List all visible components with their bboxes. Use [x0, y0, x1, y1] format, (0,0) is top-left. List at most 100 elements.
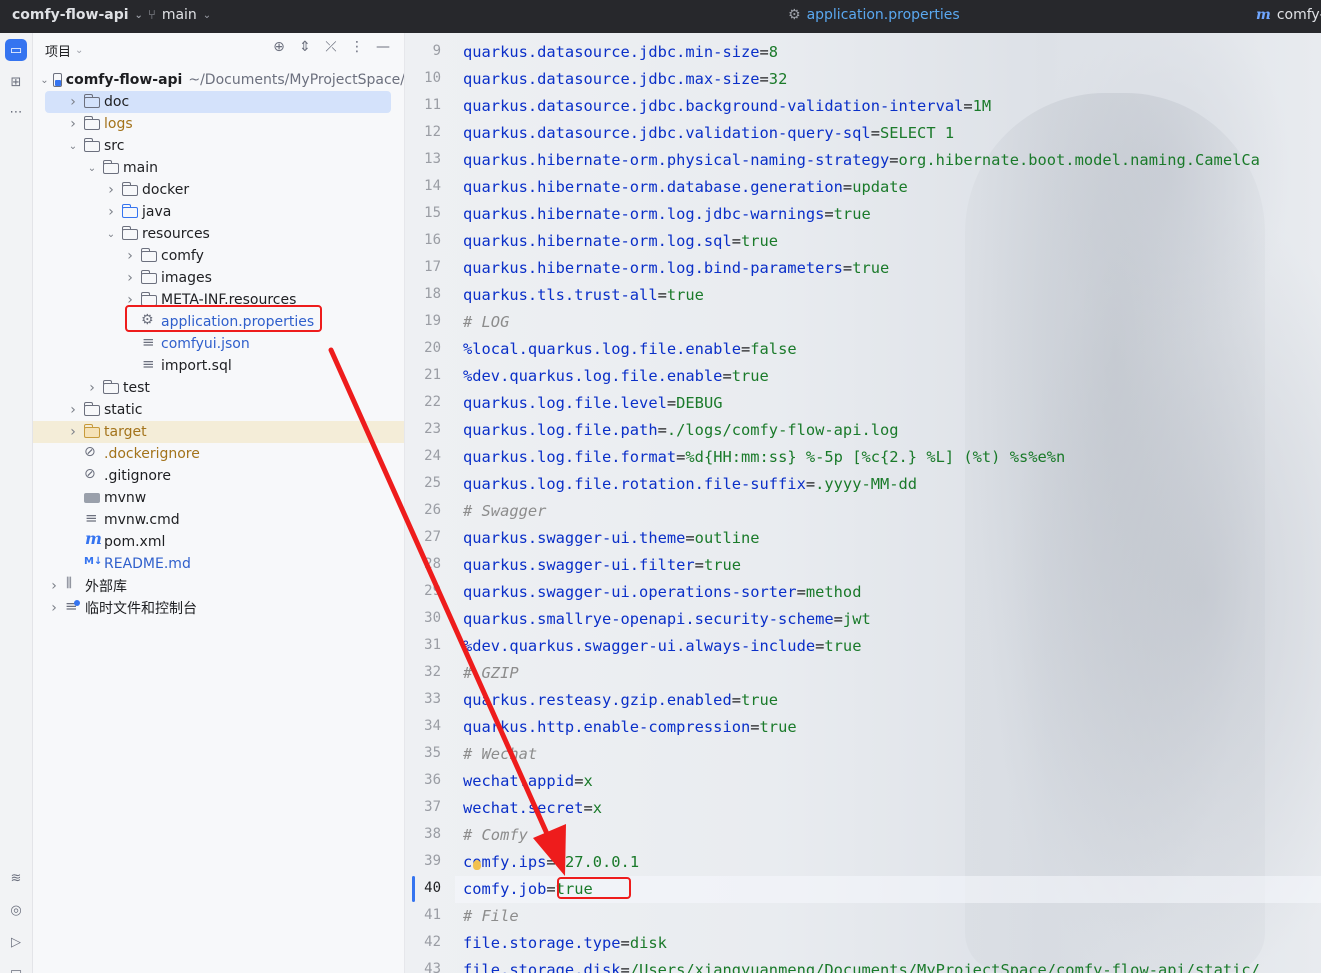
- tree-item[interactable]: import.sql: [33, 355, 404, 377]
- chevron-right-icon[interactable]: ›: [47, 578, 61, 594]
- chevron-down-icon[interactable]: ⌄: [85, 163, 99, 174]
- code-line[interactable]: # Swagger: [463, 498, 546, 525]
- code-line[interactable]: wechat.secret=x: [463, 795, 602, 822]
- tree-item[interactable]: › images: [33, 267, 404, 289]
- tree-item[interactable]: › test: [33, 377, 404, 399]
- tree-item[interactable]: ⌄ src: [33, 135, 404, 157]
- scratch-icon: [65, 597, 81, 615]
- code-line[interactable]: %dev.quarkus.log.file.enable=true: [463, 363, 769, 390]
- more-icon[interactable]: ⋮: [349, 39, 365, 55]
- more-tools-button[interactable]: ⋯: [5, 101, 27, 123]
- chevron-right-icon[interactable]: ›: [104, 182, 118, 198]
- chevron-down-icon[interactable]: ⌄: [104, 229, 118, 240]
- branch-switcher[interactable]: ⑂ main ⌄: [148, 7, 211, 23]
- code-line[interactable]: quarkus.datasource.jdbc.min-size=8: [463, 39, 778, 66]
- locate-icon[interactable]: ⊕: [271, 39, 287, 55]
- code-line[interactable]: quarkus.hibernate-orm.log.bind-parameter…: [463, 255, 889, 282]
- panel-actions: ⊕ ⇕ ⤫ ⋮ —: [271, 39, 391, 55]
- tree-item[interactable]: mvnw.cmd: [33, 509, 404, 531]
- chevron-right-icon[interactable]: ›: [104, 204, 118, 220]
- tree-item[interactable]: .gitignore: [33, 465, 404, 487]
- chevron-down-icon[interactable]: ⌄: [66, 141, 80, 152]
- code-line[interactable]: quarkus.http.enable-compression=true: [463, 714, 797, 741]
- code-comment: # LOG: [463, 313, 510, 331]
- chevron-right-icon[interactable]: ›: [123, 248, 137, 264]
- chevron-right-icon[interactable]: ›: [47, 600, 61, 616]
- lightbulb-icon[interactable]: [473, 860, 481, 870]
- tree-item[interactable]: › logs: [33, 113, 404, 135]
- code-line[interactable]: quarkus.datasource.jdbc.background-valid…: [463, 93, 991, 120]
- code-line[interactable]: quarkus.hibernate-orm.database.generatio…: [463, 174, 908, 201]
- tree-item[interactable]: › comfy: [33, 245, 404, 267]
- tree-item[interactable]: › static: [33, 399, 404, 421]
- code-line[interactable]: quarkus.log.file.rotation.file-suffix=.y…: [463, 471, 917, 498]
- run-tool-button[interactable]: ▷: [5, 931, 27, 953]
- chevron-down-icon[interactable]: ⌄: [40, 75, 48, 86]
- text-file-icon: [84, 509, 100, 527]
- code-line[interactable]: quarkus.hibernate-orm.log.jdbc-warnings=…: [463, 201, 871, 228]
- code-line[interactable]: comfy.ips=127.0.0.1: [463, 849, 639, 876]
- code-line[interactable]: file.storage.type=disk: [463, 930, 667, 957]
- code-line[interactable]: quarkus.hibernate-orm.physical-naming-st…: [463, 147, 1260, 174]
- code-line[interactable]: quarkus.datasource.jdbc.max-size=32: [463, 66, 787, 93]
- code-line[interactable]: quarkus.swagger-ui.operations-sorter=met…: [463, 579, 861, 606]
- tree-item[interactable]: ⌄ main: [33, 157, 404, 179]
- project-switcher[interactable]: comfy-flow-api ⌄: [12, 7, 143, 23]
- editor[interactable]: 9 10 11 12 13 14 15 16 17 18 19 20 21 22 23 24 25 26 27 28 2…: [405, 33, 1321, 973]
- chevron-right-icon[interactable]: ›: [123, 270, 137, 286]
- folder-icon: [83, 401, 100, 416]
- panel-title-label: 项目: [45, 45, 72, 60]
- tree-item[interactable]: mvnw: [33, 487, 404, 509]
- tree-item[interactable]: › docker: [33, 179, 404, 201]
- property-value: true: [824, 637, 862, 655]
- tree-item[interactable]: › target: [33, 421, 404, 443]
- code-line[interactable]: quarkus.log.file.level=DEBUG: [463, 390, 722, 417]
- chevron-right-icon[interactable]: ›: [66, 94, 80, 110]
- panel-title[interactable]: 项目 ⌄: [45, 41, 83, 60]
- chevron-right-icon[interactable]: ›: [66, 116, 80, 132]
- layers-tool-button[interactable]: ≋: [5, 867, 27, 889]
- code-line[interactable]: quarkus.datasource.jdbc.validation-query…: [463, 120, 954, 147]
- chevron-right-icon[interactable]: ›: [85, 380, 99, 396]
- structure-tool-button[interactable]: ⊞: [5, 71, 27, 93]
- tree-item[interactable]: › 外部库: [33, 575, 404, 597]
- code-line[interactable]: quarkus.log.file.format=%d{HH:mm:ss} %-5…: [463, 444, 1065, 471]
- code-line[interactable]: quarkus.smallrye-openapi.security-scheme…: [463, 606, 871, 633]
- services-tool-button[interactable]: ◎: [5, 899, 27, 921]
- tree-item[interactable]: comfyui.json: [33, 333, 404, 355]
- tree-item[interactable]: README.md: [33, 553, 404, 575]
- property-key: quarkus.hibernate-orm.log.bind-parameter…: [463, 259, 843, 277]
- code-line[interactable]: # Wechat: [463, 741, 537, 768]
- code-line[interactable]: quarkus.resteasy.gzip.enabled=true: [463, 687, 778, 714]
- code-line[interactable]: quarkus.hibernate-orm.log.sql=true: [463, 228, 778, 255]
- code-line[interactable]: %dev.quarkus.swagger-ui.always-include=t…: [463, 633, 861, 660]
- code-line[interactable]: # Comfy: [463, 822, 528, 849]
- folder-icon: [121, 181, 138, 196]
- code-line[interactable]: file.storage.disk=/Users/xiangyuanmeng/D…: [463, 957, 1260, 973]
- property-key: quarkus.smallrye-openapi.security-scheme: [463, 610, 834, 628]
- tree-item[interactable]: › java: [33, 201, 404, 223]
- expand-icon[interactable]: ⇕: [297, 39, 313, 55]
- chevron-right-icon[interactable]: ›: [66, 424, 80, 440]
- tree-item[interactable]: ⌄ comfy-flow-api ~/Documents/MyProjectSpac…: [33, 69, 404, 91]
- collapse-icon[interactable]: ⤫: [323, 39, 339, 55]
- code-line[interactable]: quarkus.tls.trust-all=true: [463, 282, 704, 309]
- tree-item[interactable]: .dockerignore: [33, 443, 404, 465]
- tree-item[interactable]: › doc: [45, 91, 391, 113]
- code-line[interactable]: quarkus.swagger-ui.theme=outline: [463, 525, 760, 552]
- tree-item[interactable]: pom.xml: [33, 529, 404, 553]
- run-config-widget[interactable]: m comfy-: [1256, 7, 1321, 23]
- code-line[interactable]: quarkus.log.file.path=./logs/comfy-flow-…: [463, 417, 899, 444]
- minimize-icon[interactable]: —: [375, 39, 391, 55]
- code-line[interactable]: wechat.appid=x: [463, 768, 593, 795]
- code-line[interactable]: quarkus.swagger-ui.filter=true: [463, 552, 741, 579]
- code-line[interactable]: # LOG: [463, 309, 509, 336]
- chevron-right-icon[interactable]: ›: [66, 402, 80, 418]
- tree-item[interactable]: ⌄ resources: [33, 223, 404, 245]
- tree-item[interactable]: › 临时文件和控制台: [33, 597, 404, 619]
- code-line[interactable]: # File: [463, 903, 519, 930]
- code-line[interactable]: %local.quarkus.log.file.enable=false: [463, 336, 797, 363]
- project-tool-button[interactable]: ▭: [5, 39, 27, 61]
- code-line[interactable]: # GZIP: [463, 660, 519, 687]
- terminal-tool-button[interactable]: ▭: [5, 961, 27, 973]
